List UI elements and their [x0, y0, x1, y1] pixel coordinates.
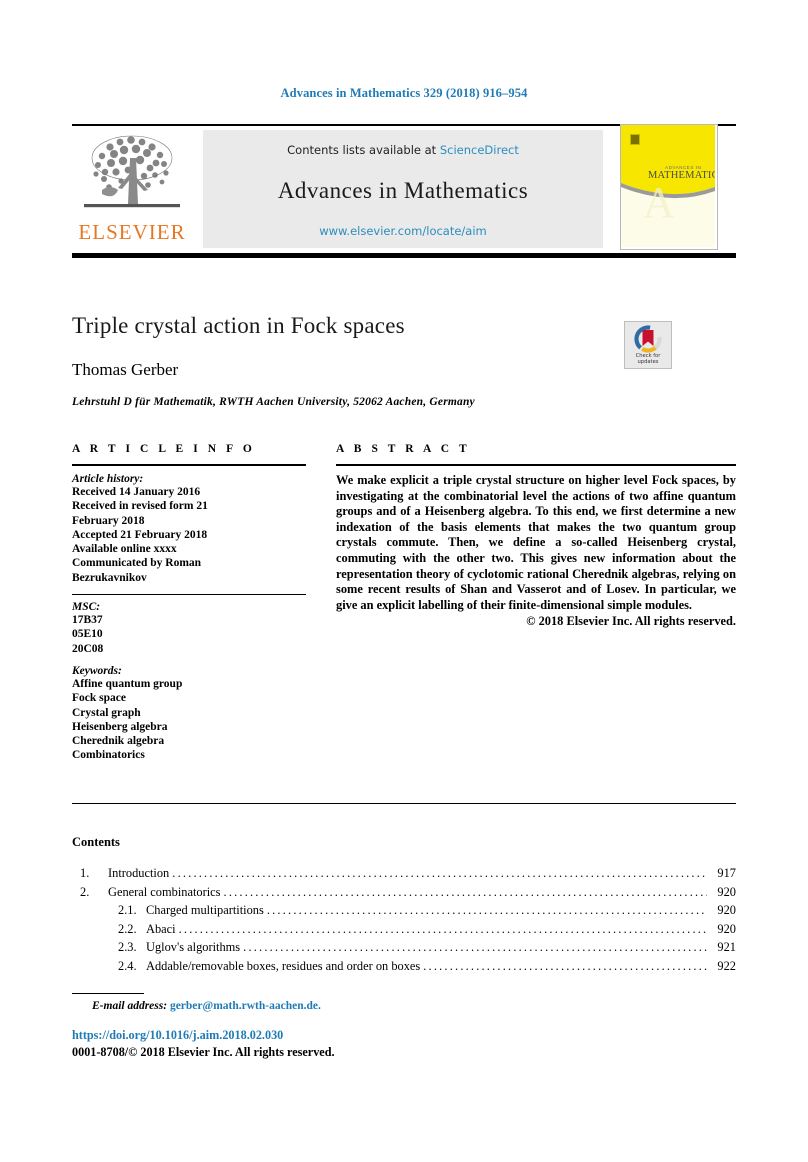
toc-number: 2.3. — [118, 940, 137, 955]
toc-label: Introduction — [108, 866, 170, 880]
journal-title: Advances in Mathematics — [203, 178, 603, 204]
abstract-rule — [336, 464, 736, 466]
article-history-line: Received 14 January 2016 — [72, 486, 201, 498]
toc-leader: ........................................… — [423, 958, 707, 973]
article-history-label: Article history: — [72, 473, 144, 485]
running-head: Advances in Mathematics 329 (2018) 916–9… — [280, 86, 528, 100]
toc-entry[interactable]: 1. Introduction ........................… — [72, 864, 736, 883]
article-info-heading: A R T I C L E I N F O — [72, 443, 256, 455]
elsevier-logo: ELSEVIER — [72, 130, 192, 248]
toc-number: 1. — [80, 866, 90, 880]
abstract-heading: A B S T R A C T — [336, 443, 471, 455]
issn-copyright-line: 0001-8708/© 2018 Elsevier Inc. All right… — [72, 1045, 335, 1059]
toc-leader: ........................................… — [266, 903, 707, 918]
journal-homepage-link[interactable]: www.elsevier.com/locate/aim — [203, 224, 603, 238]
toc-entry[interactable]: 2.3. Uglov's algorithms ................… — [72, 938, 736, 957]
toc-entry[interactable]: 2.1. Charged multipartitions ...........… — [72, 901, 736, 920]
toc-number: 2.4. — [118, 958, 137, 973]
toc-label: Uglov's algorithms — [146, 940, 241, 955]
contents-available-prefix: Contents lists available at — [287, 143, 440, 157]
toc-entry[interactable]: 2.2. Abaci .............................… — [72, 920, 736, 939]
toc-page-number: 920 — [717, 903, 736, 918]
toc-number: 2.2. — [118, 921, 137, 936]
contents-available-line: Contents lists available at ScienceDirec… — [203, 143, 603, 157]
toc-leader: ........................................… — [172, 866, 707, 880]
keywords-label: Keywords: — [72, 664, 122, 677]
svg-text:MATHEMATICS: MATHEMATICS — [648, 170, 715, 181]
contents-top-rule — [72, 803, 736, 804]
article-history-line: Communicated by Roman — [72, 557, 202, 570]
article-info-rule — [72, 464, 306, 466]
svg-text:A: A — [643, 178, 675, 227]
toc-label: Abaci — [146, 921, 176, 936]
toc-page-number: 921 — [717, 940, 736, 955]
keyword-item: Crystal graph — [72, 706, 141, 719]
article-history-line: February 2018 — [72, 514, 145, 527]
email-label: E-mail address: — [92, 1000, 168, 1012]
footnote-rule — [72, 993, 144, 994]
article-history-line: Received in revised form 21 — [72, 500, 208, 513]
keyword-item: Cherednik algebra — [72, 735, 165, 748]
toc-leader: ........................................… — [223, 884, 707, 899]
msc-code: 17B37 — [72, 614, 103, 627]
msc-code: 20C08 — [72, 642, 104, 655]
crossmark-label: Check for updates — [625, 353, 671, 365]
article-history-line: Bezrukavnikov — [72, 571, 147, 584]
journal-cover-thumbnail: A ADVANCES IN MATHEMATICS — [620, 124, 718, 250]
toc-label: Charged multipartitions — [146, 903, 264, 918]
keyword-item: Combinatorics — [72, 749, 145, 762]
elsevier-wordmark: ELSEVIER — [78, 220, 186, 244]
abstract-text: We make explicit a triple crystal struct… — [336, 473, 736, 612]
masthead-bottom-rule — [72, 253, 736, 258]
toc-entry[interactable]: 2. General combinatorics ...............… — [72, 883, 736, 902]
article-history-line: Available online xxxx — [72, 543, 177, 556]
email-footnote: E-mail address: gerber@math.rwth-aachen.… — [92, 1000, 321, 1012]
sciencedirect-link[interactable]: ScienceDirect — [440, 143, 519, 157]
journal-cover-image: A ADVANCES IN MATHEMATICS — [621, 125, 717, 247]
msc-label: MSC: — [72, 601, 101, 614]
toc-page-number: 917 — [717, 866, 736, 880]
author-name: Thomas Gerber — [72, 360, 179, 379]
abstract-copyright: © 2018 Elsevier Inc. All rights reserved… — [526, 614, 736, 629]
crossmark-label-line2: updates — [637, 359, 659, 365]
toc-label: General combinatorics — [108, 884, 221, 899]
abstract-column: A B S T R A C T We make explicit a tripl… — [336, 443, 736, 629]
article-info-separator — [72, 594, 306, 596]
article-history-line: Accepted 21 February 2018 — [72, 528, 208, 541]
article-info-column: A R T I C L E I N F O Article history: R… — [72, 443, 306, 763]
keyword-item: Heisenberg algebra — [72, 720, 168, 733]
table-of-contents: 1. Introduction ........................… — [72, 864, 736, 976]
keyword-item: Fock space — [72, 692, 126, 705]
paper-page: Advances in Mathematics 329 (2018) 916–9… — [0, 0, 808, 1162]
crossmark-badge[interactable]: Check for updates — [624, 321, 672, 369]
toc-page-number: 920 — [717, 921, 736, 936]
toc-entry[interactable]: 2.4. Addable/removable boxes, residues a… — [72, 957, 736, 976]
author-affiliation: Lehrstuhl D für Mathematik, RWTH Aachen … — [72, 396, 475, 408]
toc-number: 2.1. — [118, 903, 137, 918]
toc-page-number: 920 — [717, 884, 736, 899]
journal-title-text: Advances in Mathematics — [277, 178, 529, 203]
toc-label: Addable/removable boxes, residues and or… — [146, 958, 421, 973]
contents-heading: Contents — [72, 835, 120, 849]
crossmark-icon — [634, 325, 662, 353]
journal-masthead: ELSEVIER Contents lists available at Sci… — [72, 124, 736, 250]
masthead-center-panel: Contents lists available at ScienceDirec… — [203, 130, 603, 248]
msc-code: 05E10 — [72, 628, 103, 641]
page-title: Triple crystal action in Fock spaces — [72, 313, 405, 338]
doi-link[interactable]: https://doi.org/10.1016/j.aim.2018.02.03… — [72, 1028, 283, 1043]
toc-page-number: 922 — [717, 958, 736, 973]
toc-leader: ........................................… — [178, 921, 707, 936]
toc-leader: ........................................… — [243, 940, 707, 955]
toc-number: 2. — [80, 884, 90, 899]
keyword-item: Affine quantum group — [72, 677, 183, 690]
elsevier-tree-icon — [84, 135, 180, 208]
email-link[interactable]: gerber@math.rwth-aachen.de. — [170, 1000, 321, 1012]
